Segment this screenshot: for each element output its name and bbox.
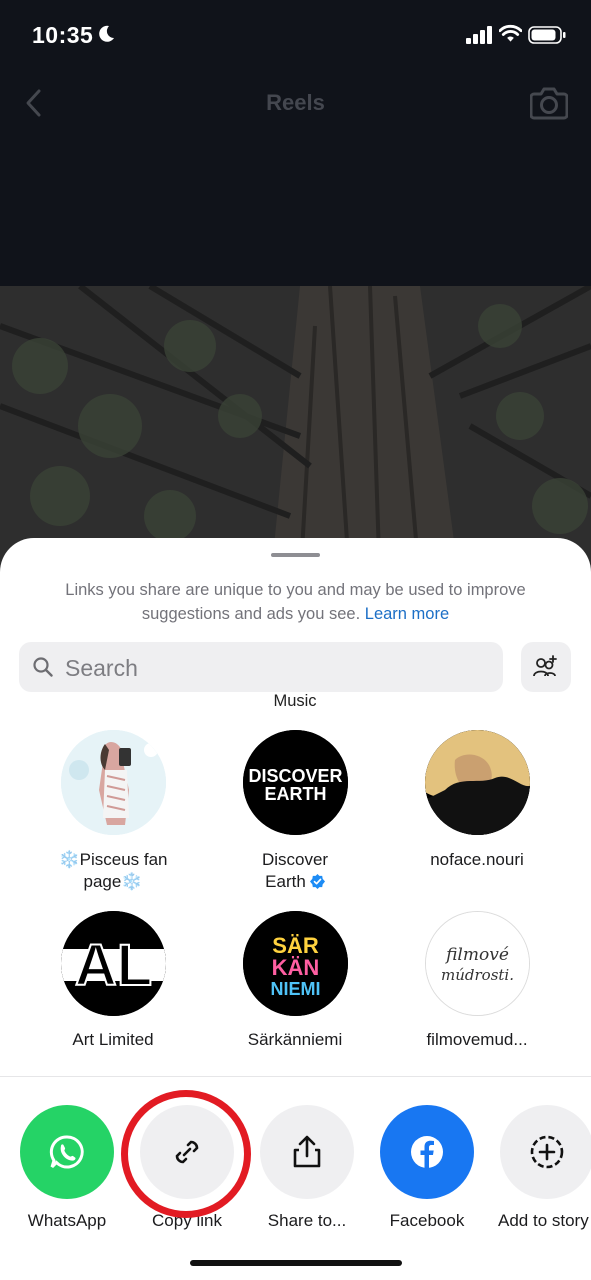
- reels-header-area: 10:35 Reels: [0, 0, 591, 286]
- learn-more-link[interactable]: Learn more: [365, 605, 449, 623]
- home-indicator[interactable]: [190, 1260, 402, 1266]
- cellular-signal-icon: [466, 26, 492, 44]
- battery-icon: [528, 26, 566, 44]
- contact-avatar-pisceus[interactable]: [61, 730, 166, 835]
- add-story-icon: [530, 1135, 564, 1169]
- sheet-divider: [0, 1076, 591, 1077]
- whatsapp-label: WhatsApp: [27, 1211, 107, 1230]
- contact-avatar-noface-nouri[interactable]: [425, 730, 530, 835]
- contact-avatar-discover-earth[interactable]: DISCOVER EARTH: [243, 730, 348, 835]
- contact-name-line1: Discover: [261, 850, 329, 869]
- add-people-button[interactable]: [521, 642, 571, 692]
- facebook-label: Facebook: [389, 1211, 465, 1230]
- filmove-logo-line1: filmové: [444, 945, 509, 965]
- contact-name-line1: Art Limited: [72, 1030, 154, 1049]
- discover-logo-line1: DISCOVER: [248, 766, 342, 786]
- camera-icon[interactable]: [530, 84, 568, 120]
- contact-name-line2: page❄️: [83, 872, 143, 891]
- art-limited-logo-text: AL: [75, 933, 152, 998]
- search-icon: [33, 657, 53, 677]
- highlight-circle-annotation: [121, 1090, 251, 1218]
- contact-name-line1: noface.nouri: [430, 850, 524, 869]
- sarkanniemi-logo-line3: NIEMI: [270, 979, 320, 999]
- contact-avatar-sarkanniemi[interactable]: SÄR KÄN NIEMI: [243, 911, 348, 1016]
- share-sheet: Links you share are unique to you and ma…: [0, 538, 591, 1280]
- moon-icon: [99, 25, 114, 42]
- contact-label-pisceus[interactable]: ❄️Pisceus fan page❄️: [23, 849, 203, 893]
- contact-label-art-limited[interactable]: Art Limited: [23, 1029, 203, 1051]
- status-bar: 10:35: [0, 0, 591, 70]
- contact-label-sarkanniemi[interactable]: Särkänniemi: [205, 1029, 385, 1051]
- contact-avatar-filmovemudrosti[interactable]: filmové múdrosti.: [425, 911, 530, 1016]
- discover-logo-line2: EARTH: [265, 784, 327, 804]
- facebook-button[interactable]: [380, 1105, 474, 1199]
- privacy-notice: Links you share are unique to you and ma…: [20, 578, 571, 626]
- share-icon: [293, 1135, 321, 1168]
- contact-label-discover-earth[interactable]: Discover Earth: [205, 849, 385, 893]
- sarkanniemi-logo-line2: KÄN: [272, 955, 320, 980]
- privacy-notice-text: Links you share are unique to you and ma…: [65, 581, 526, 623]
- search-placeholder: Search: [65, 655, 138, 681]
- page-title: Reels: [266, 90, 325, 115]
- wifi-icon: [499, 24, 522, 42]
- partial-contact-label: Music: [273, 692, 317, 710]
- contact-name-line1: filmovemud...: [426, 1030, 528, 1049]
- status-time: 10:35: [32, 22, 94, 48]
- contact-label-filmovemudrosti[interactable]: filmovemud...: [387, 1029, 567, 1051]
- search-field[interactable]: Search: [19, 642, 503, 692]
- contact-avatar-art-limited[interactable]: AL: [61, 911, 166, 1016]
- whatsapp-icon: [49, 1135, 84, 1169]
- filmove-logo-line2: múdrosti.: [441, 966, 514, 984]
- add-to-story-button[interactable]: [500, 1105, 591, 1199]
- contact-name-line2: Earth: [265, 872, 306, 891]
- facebook-icon: [411, 1136, 443, 1168]
- contact-label-noface-nouri[interactable]: noface.nouri: [387, 849, 567, 871]
- share-to-label: Share to...: [267, 1211, 347, 1230]
- share-to-button[interactable]: [260, 1105, 354, 1199]
- add-to-story-label: Add to story: [498, 1211, 589, 1230]
- verified-badge-icon: [309, 874, 325, 889]
- add-people-icon: [533, 655, 557, 677]
- whatsapp-button[interactable]: [20, 1105, 114, 1199]
- sheet-drag-handle[interactable]: [271, 553, 320, 557]
- contact-name-line1: ❄️Pisceus fan: [58, 850, 168, 869]
- contact-name-line1: Särkänniemi: [247, 1030, 343, 1049]
